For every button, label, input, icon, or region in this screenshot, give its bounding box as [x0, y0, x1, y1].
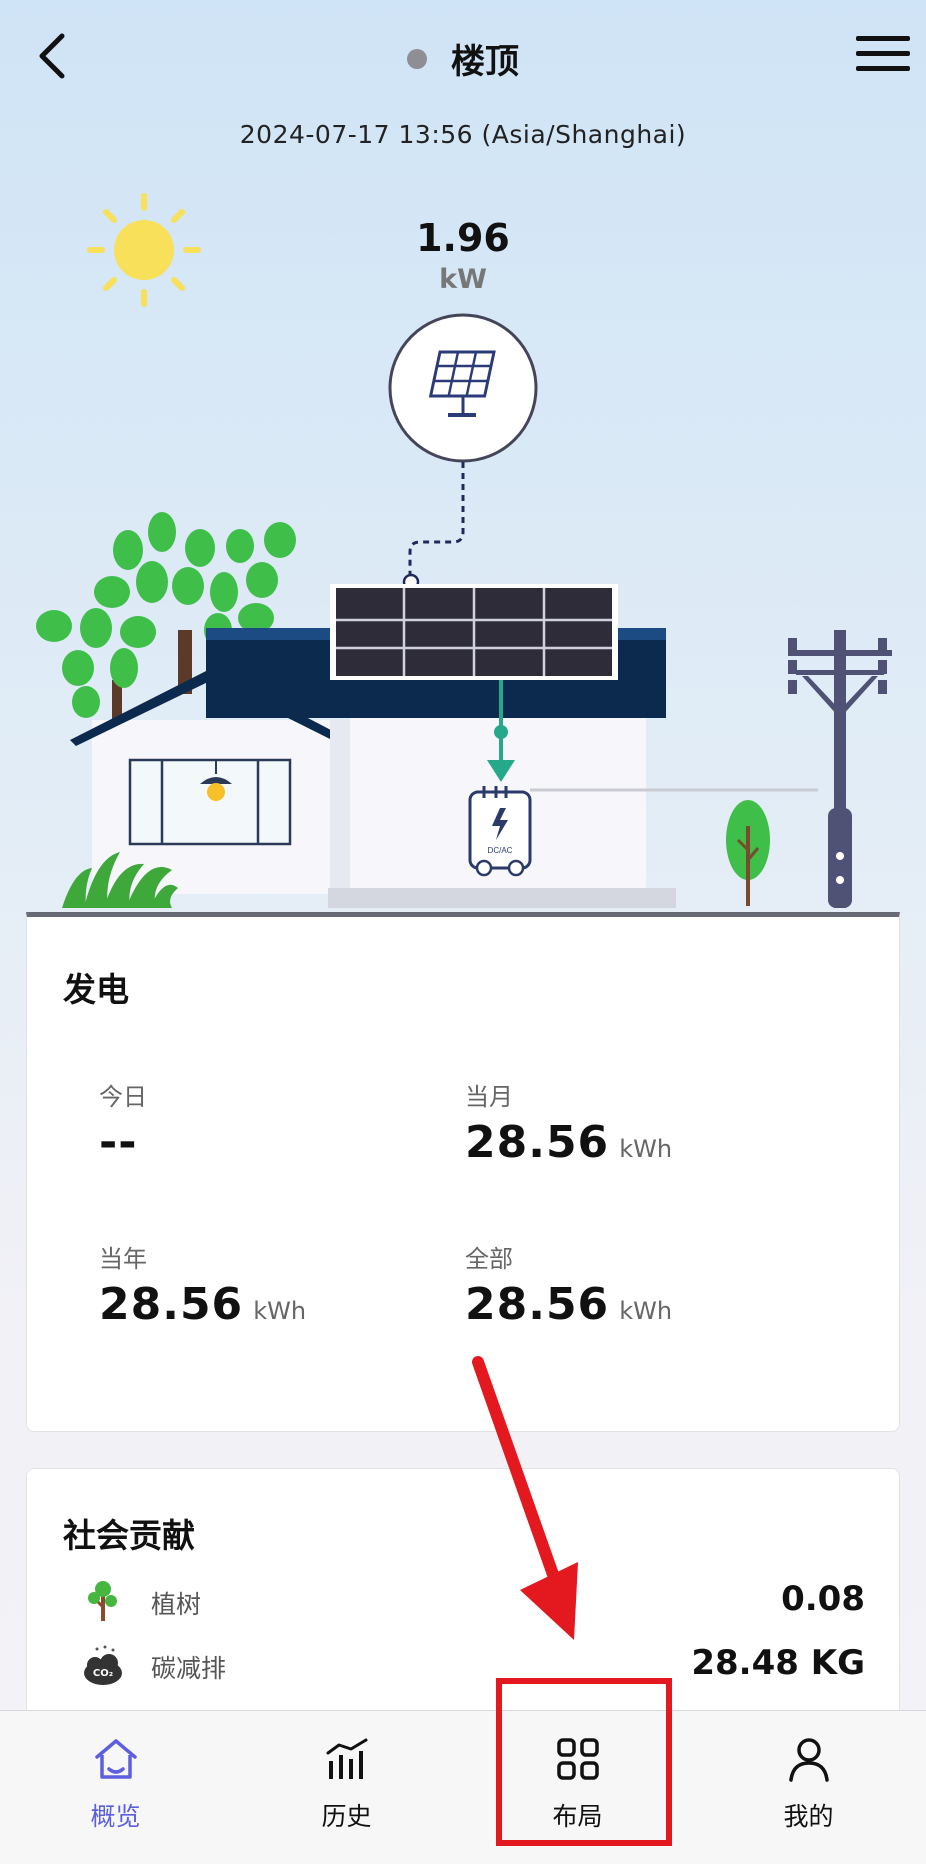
- inverter-label: DC/AC: [488, 846, 513, 855]
- stat-month-unit: kWh: [619, 1135, 673, 1163]
- social-co2-label: 碳减排: [151, 1654, 227, 1683]
- tab-me[interactable]: 我的: [693, 1711, 924, 1864]
- social-row-trees: 植树 0.08: [27, 1573, 901, 1629]
- pv-power-unit: kW: [439, 264, 487, 295]
- energy-flow-illustration: DC/AC: [36, 193, 892, 908]
- tab-history[interactable]: 历史: [231, 1711, 462, 1864]
- sun-icon: [87, 193, 201, 307]
- generation-title: 发电: [63, 970, 129, 1009]
- svg-text:CO₂: CO₂: [93, 1668, 113, 1679]
- stat-today-label: 今日: [99, 1083, 147, 1111]
- social-title: 社会贡献: [63, 1516, 195, 1555]
- tab-overview-label: 概览: [90, 1802, 141, 1831]
- utility-pole-illustration: [788, 630, 892, 908]
- stat-year-value: 28.56 kWh: [99, 1279, 307, 1330]
- generation-card: 发电 今日 -- 当月 28.56 kWh 当年 28.56 kWh 全部 28.5…: [26, 912, 900, 1432]
- social-row-co2: CO₂ 碳减排 28.48 KG: [27, 1637, 901, 1693]
- solar-panel-node-icon: [388, 313, 538, 463]
- tree-icon: [88, 1581, 117, 1621]
- bar-chart-icon: [326, 1738, 368, 1779]
- tab-overview[interactable]: 概览: [0, 1711, 231, 1864]
- social-trees-value: 0.08: [781, 1579, 865, 1619]
- user-icon: [789, 1738, 829, 1782]
- tab-history-label: 历史: [321, 1802, 372, 1831]
- stat-total-unit: kWh: [619, 1297, 673, 1325]
- stat-today-value: --: [99, 1117, 138, 1168]
- annotation-highlight-box: [496, 1678, 672, 1846]
- small-tree-illustration: [726, 800, 770, 906]
- bottom-tab-bar: 概览 历史 布局 我的: [0, 1710, 926, 1864]
- stat-total-value: 28.56 kWh: [465, 1279, 673, 1330]
- stat-year-unit: kWh: [253, 1297, 307, 1325]
- stat-total-label: 全部: [465, 1245, 513, 1273]
- stat-month-label: 当月: [465, 1083, 513, 1111]
- co2-icon: CO₂: [84, 1645, 122, 1685]
- pv-power-value: 1.96: [416, 216, 510, 260]
- stat-month-value: 28.56 kWh: [465, 1117, 673, 1168]
- home-icon: [95, 1739, 137, 1779]
- tab-me-label: 我的: [783, 1802, 834, 1831]
- stat-year-label: 当年: [99, 1245, 147, 1273]
- roof-solar-panel: [330, 584, 618, 680]
- social-co2-value: 28.48 KG: [691, 1643, 865, 1683]
- social-trees-label: 植树: [151, 1590, 202, 1619]
